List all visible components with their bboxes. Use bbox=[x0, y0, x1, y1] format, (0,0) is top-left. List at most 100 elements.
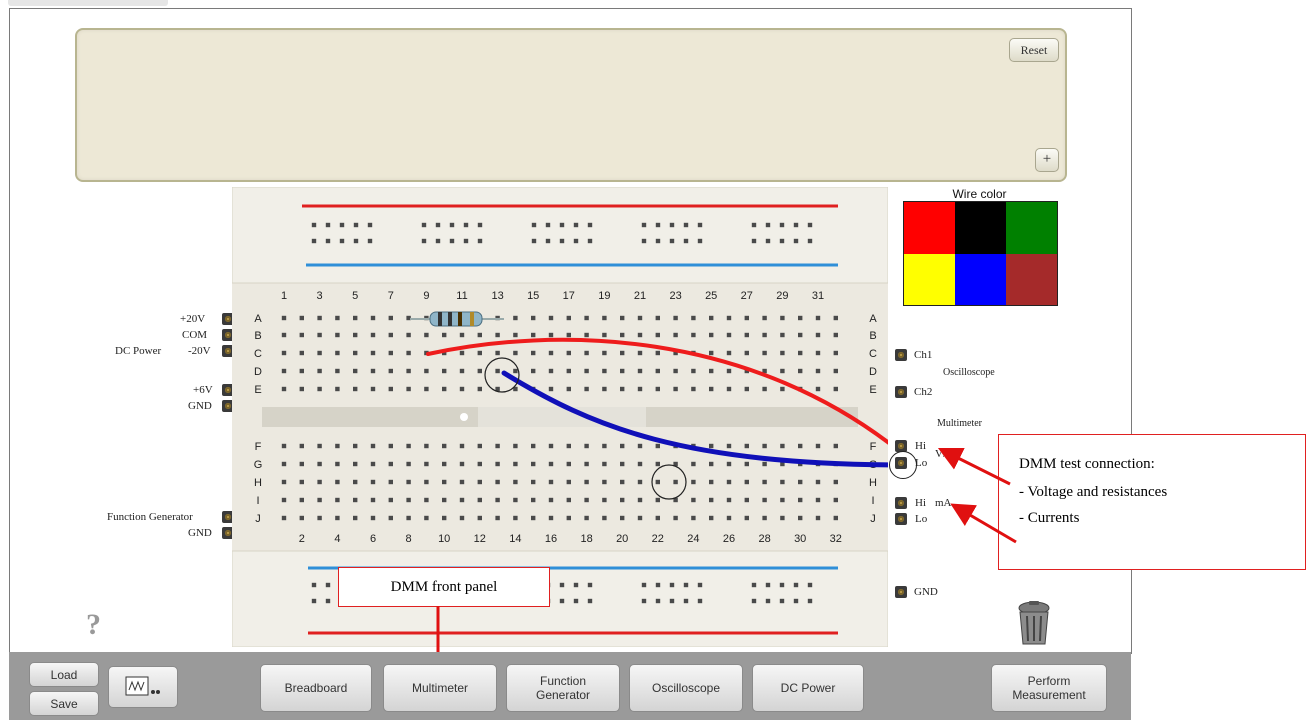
breadboard-hole[interactable] bbox=[353, 461, 358, 467]
breadboard-hole[interactable] bbox=[691, 315, 696, 321]
rail-hole[interactable] bbox=[765, 598, 771, 604]
rail-hole[interactable] bbox=[573, 222, 579, 228]
breadboard-hole[interactable] bbox=[620, 350, 625, 356]
breadboard-hole[interactable] bbox=[602, 315, 607, 321]
rail-hole[interactable] bbox=[779, 238, 785, 244]
breadboard-hole[interactable] bbox=[335, 461, 340, 467]
rail-hole[interactable] bbox=[697, 582, 703, 588]
breadboard-hole[interactable] bbox=[602, 497, 607, 503]
load-button[interactable]: Load bbox=[29, 662, 99, 687]
breadboard-hole[interactable] bbox=[584, 461, 589, 467]
breadboard-hole[interactable] bbox=[353, 515, 358, 521]
rail-hole[interactable] bbox=[683, 598, 689, 604]
breadboard-hole[interactable] bbox=[513, 443, 518, 449]
breadboard-hole[interactable] bbox=[833, 497, 838, 503]
wire-color-swatch-1[interactable] bbox=[955, 202, 1006, 254]
rail-hole[interactable] bbox=[669, 598, 675, 604]
breadboard-hole[interactable] bbox=[442, 515, 447, 521]
breadboard-hole[interactable] bbox=[637, 479, 643, 485]
breadboard-hole[interactable] bbox=[815, 497, 821, 503]
rail-hole[interactable] bbox=[573, 598, 579, 604]
breadboard-hole[interactable] bbox=[584, 386, 589, 392]
breadboard-hole[interactable] bbox=[655, 443, 660, 449]
breadboard-hole[interactable] bbox=[637, 368, 643, 374]
breadboard-hole[interactable] bbox=[833, 332, 838, 338]
breadboard-hole[interactable] bbox=[317, 386, 322, 392]
breadboard-hole[interactable] bbox=[388, 461, 393, 467]
rail-hole[interactable] bbox=[793, 582, 799, 588]
breadboard-hole[interactable] bbox=[548, 332, 554, 338]
breadboard-hole[interactable] bbox=[495, 461, 500, 467]
breadboard-hole[interactable] bbox=[780, 386, 785, 392]
rail-hole[interactable] bbox=[807, 222, 813, 228]
breadboard-hole[interactable] bbox=[655, 497, 660, 503]
rail-hole[interactable] bbox=[531, 238, 537, 244]
jack-ch2[interactable] bbox=[895, 386, 907, 398]
breadboard-hole[interactable] bbox=[833, 350, 838, 356]
breadboard-hole[interactable] bbox=[459, 443, 465, 449]
jack-ch1[interactable] bbox=[895, 349, 907, 361]
rail-hole[interactable] bbox=[421, 222, 427, 228]
rail-hole[interactable] bbox=[779, 598, 785, 604]
breadboard-hole[interactable] bbox=[620, 497, 625, 503]
rail-hole[interactable] bbox=[559, 582, 565, 588]
rail-hole[interactable] bbox=[545, 222, 551, 228]
breadboard-hole[interactable] bbox=[780, 368, 785, 374]
breadboard-hole[interactable] bbox=[548, 386, 554, 392]
breadboard-hole[interactable] bbox=[709, 386, 714, 392]
breadboard-hole[interactable] bbox=[566, 350, 571, 356]
breadboard-hole[interactable] bbox=[281, 479, 287, 485]
breadboard-hole[interactable] bbox=[709, 350, 714, 356]
jack-ma-lo[interactable] bbox=[895, 513, 907, 525]
breadboard-hole[interactable] bbox=[602, 332, 607, 338]
rail-hole[interactable] bbox=[641, 238, 647, 244]
circuit-panel[interactable]: Reset + bbox=[75, 28, 1067, 182]
breadboard-hole[interactable] bbox=[548, 315, 554, 321]
breadboard-hole[interactable] bbox=[442, 497, 447, 503]
breadboard-hole[interactable] bbox=[584, 332, 589, 338]
breadboard-hole[interactable] bbox=[406, 350, 411, 356]
breadboard-hole[interactable] bbox=[673, 332, 678, 338]
rail-hole[interactable] bbox=[669, 238, 675, 244]
rail-hole[interactable] bbox=[449, 222, 455, 228]
breadboard-hole[interactable] bbox=[335, 368, 340, 374]
breadboard-hole[interactable] bbox=[281, 368, 287, 374]
breadboard-hole[interactable] bbox=[477, 461, 482, 467]
rail-hole[interactable] bbox=[807, 598, 813, 604]
breadboard-hole[interactable] bbox=[566, 386, 571, 392]
breadboard-hole[interactable] bbox=[299, 497, 304, 503]
breadboard-hole[interactable] bbox=[406, 386, 411, 392]
rail-hole[interactable] bbox=[545, 238, 551, 244]
breadboard-hole[interactable] bbox=[281, 350, 287, 356]
breadboard-hole[interactable] bbox=[299, 479, 304, 485]
breadboard-hole[interactable] bbox=[513, 332, 518, 338]
breadboard-hole[interactable] bbox=[691, 515, 696, 521]
rail-hole[interactable] bbox=[367, 222, 373, 228]
breadboard-hole[interactable] bbox=[584, 443, 589, 449]
breadboard-hole[interactable] bbox=[370, 332, 376, 338]
breadboard-hole[interactable] bbox=[459, 497, 465, 503]
wire-color-swatch-3[interactable] bbox=[904, 253, 955, 305]
breadboard-hole[interactable] bbox=[566, 515, 571, 521]
rail-hole[interactable] bbox=[655, 598, 661, 604]
rail-hole[interactable] bbox=[449, 238, 455, 244]
breadboard-hole[interactable] bbox=[637, 350, 643, 356]
wire-color-swatch-4[interactable] bbox=[955, 253, 1006, 305]
breadboard-hole[interactable] bbox=[299, 386, 304, 392]
breadboard-hole[interactable] bbox=[299, 368, 304, 374]
breadboard-hole[interactable] bbox=[726, 497, 732, 503]
breadboard-hole[interactable] bbox=[442, 386, 447, 392]
breadboard-hole[interactable] bbox=[584, 497, 589, 503]
breadboard-hole[interactable] bbox=[726, 479, 732, 485]
breadboard-hole[interactable] bbox=[495, 350, 500, 356]
rail-hole[interactable] bbox=[765, 238, 771, 244]
rail-hole[interactable] bbox=[641, 598, 647, 604]
breadboard-hole[interactable] bbox=[726, 332, 732, 338]
breadboard-hole[interactable] bbox=[353, 443, 358, 449]
breadboard-button[interactable]: Breadboard bbox=[260, 664, 372, 712]
breadboard-hole[interactable] bbox=[281, 332, 287, 338]
rail-hole[interactable] bbox=[779, 222, 785, 228]
breadboard-hole[interactable] bbox=[459, 386, 465, 392]
breadboard-hole[interactable] bbox=[709, 515, 714, 521]
breadboard-hole[interactable] bbox=[495, 368, 500, 374]
